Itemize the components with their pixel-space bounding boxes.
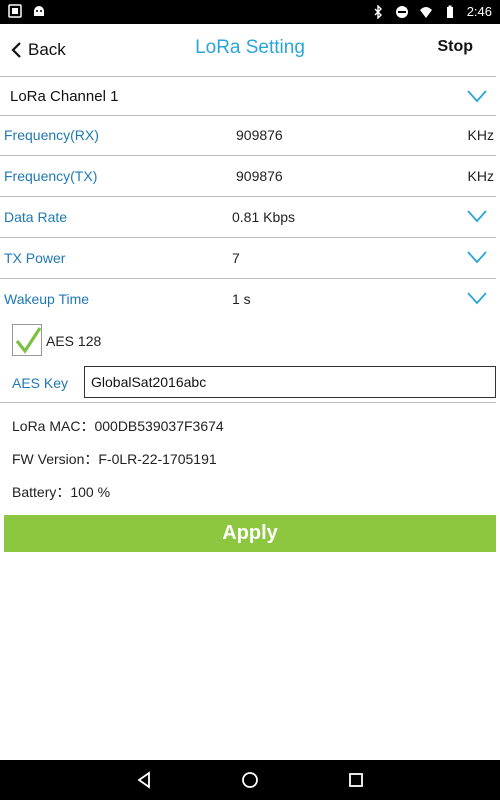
fw-version-text: FW Version：F-0LR-22-1705191 — [12, 451, 217, 467]
tx-power-row[interactable]: TX Power 7 — [0, 239, 500, 279]
bluetooth-icon — [374, 4, 382, 19]
back-nav-icon[interactable] — [135, 771, 153, 789]
chevron-down-icon[interactable] — [466, 290, 488, 306]
battery-icon — [446, 5, 453, 18]
status-bar-right: 2:46 — [371, 4, 492, 19]
aes-key-input[interactable] — [84, 366, 496, 398]
chevron-down-icon[interactable] — [466, 88, 488, 104]
wakeup-time-label: Wakeup Time — [4, 291, 90, 307]
frequency-tx-row: Frequency(TX) 909876 KHz — [0, 157, 500, 197]
frequency-tx-value[interactable]: 909876 — [236, 168, 283, 184]
checkmark-icon — [15, 327, 42, 354]
frequency-tx-label: Frequency(TX) — [4, 168, 98, 184]
stop-button[interactable]: Stop — [437, 38, 473, 56]
channel-label: LoRa Channel 1 — [10, 88, 119, 105]
do-not-disturb-icon — [395, 5, 408, 18]
home-nav-icon[interactable] — [241, 771, 259, 789]
navigation-bar — [0, 760, 500, 800]
divider — [0, 155, 496, 156]
status-bar: 2:46 — [0, 0, 500, 24]
notification-icon — [8, 4, 22, 18]
divider — [0, 196, 496, 197]
frequency-rx-row: Frequency(RX) 909876 KHz — [0, 116, 500, 156]
frequency-rx-unit: KHz — [467, 127, 494, 143]
chevron-down-icon[interactable] — [466, 249, 488, 265]
battery-text: Battery：100 % — [12, 484, 111, 500]
recents-nav-icon[interactable] — [347, 771, 365, 789]
channel-select[interactable]: LoRa Channel 1 — [0, 76, 500, 116]
data-rate-value: 0.81 Kbps — [232, 209, 296, 225]
divider — [0, 237, 496, 238]
android-icon — [34, 6, 44, 16]
tx-power-label: TX Power — [4, 250, 66, 266]
frequency-rx-value[interactable]: 909876 — [236, 127, 283, 143]
status-time: 2:46 — [466, 4, 492, 19]
data-rate-label: Data Rate — [4, 209, 68, 225]
divider — [0, 278, 496, 279]
wakeup-time-row[interactable]: Wakeup Time 1 s — [0, 280, 500, 320]
chevron-down-icon[interactable] — [466, 208, 488, 224]
page-title: LoRa Setting — [195, 37, 305, 58]
aes-128-checkbox[interactable] — [12, 324, 42, 356]
divider — [0, 402, 496, 403]
data-rate-row[interactable]: Data Rate 0.81 Kbps — [0, 198, 500, 238]
app-header: Back LoRa Setting Stop — [0, 24, 500, 76]
wakeup-time-value: 1 s — [232, 291, 251, 307]
tx-power-value: 7 — [232, 250, 240, 266]
aes-128-label: AES 128 — [46, 333, 102, 349]
app-root: 2:46 Back LoRa Setting Stop LoRa Channel… — [0, 0, 500, 800]
wifi-icon — [419, 6, 432, 18]
frequency-tx-unit: KHz — [467, 168, 494, 184]
aes-key-label: AES Key — [12, 375, 69, 391]
apply-button[interactable]: Apply — [4, 515, 496, 552]
lora-mac-text: LoRa MAC：000DB539037F3674 — [12, 418, 224, 434]
frequency-rx-label: Frequency(RX) — [4, 127, 99, 143]
status-bar-left — [8, 4, 46, 18]
